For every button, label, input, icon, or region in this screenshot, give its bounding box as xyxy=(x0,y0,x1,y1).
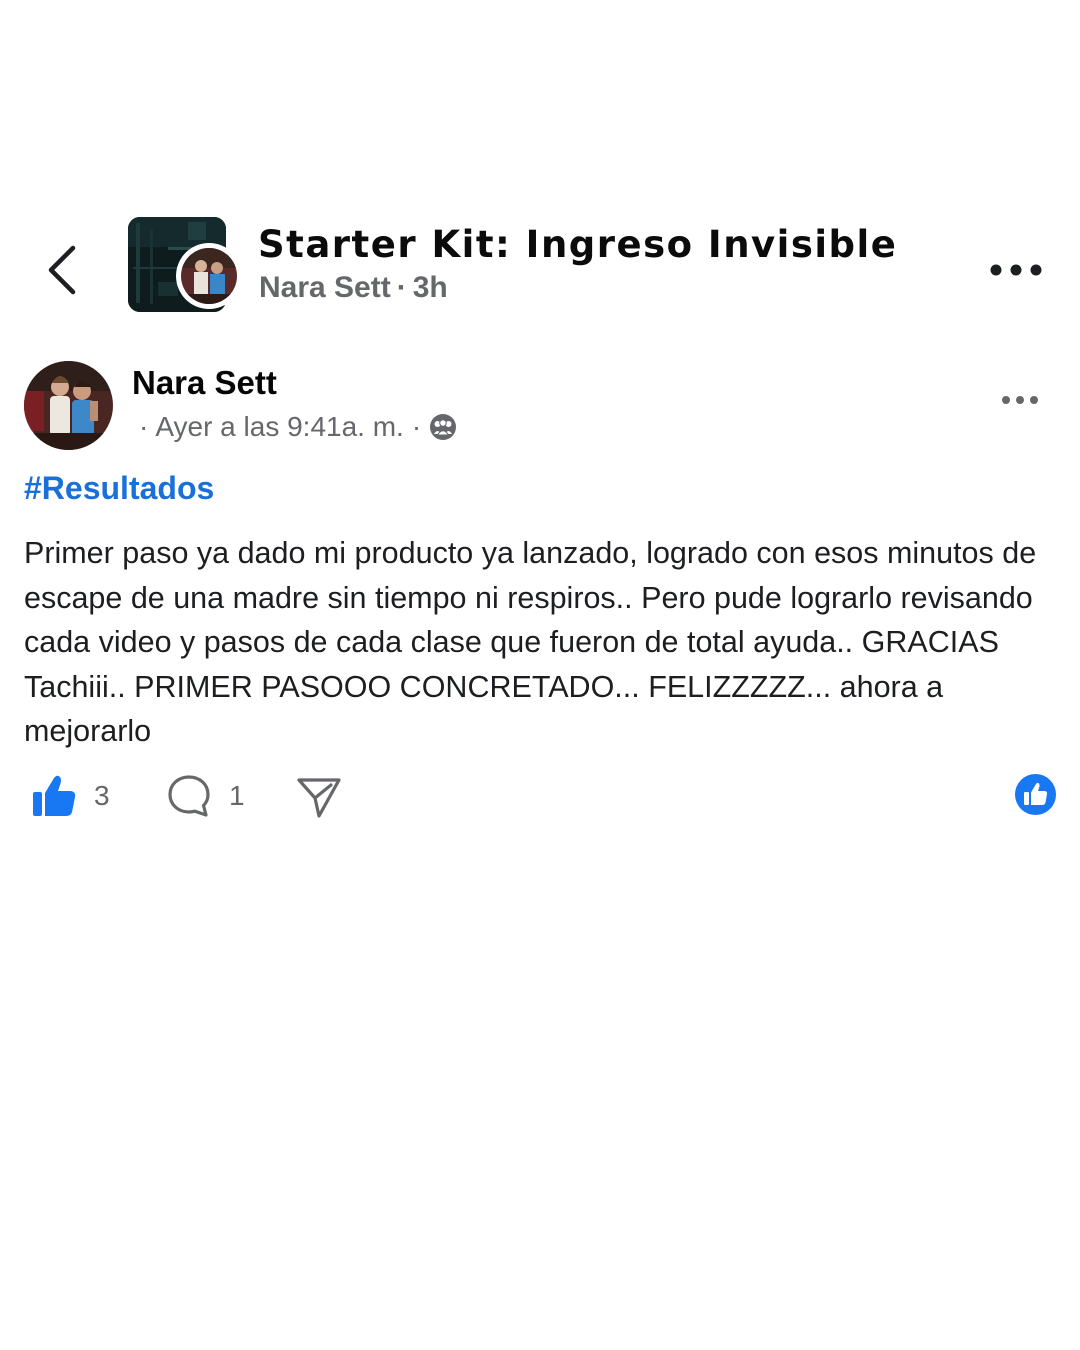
more-horizontal-icon[interactable] xyxy=(984,255,1050,285)
comment-bubble-icon xyxy=(168,775,210,817)
meta-separator: · xyxy=(411,411,422,442)
comment-count: 1 xyxy=(229,780,245,811)
header-separator: · xyxy=(396,271,407,304)
author-avatar-small[interactable] xyxy=(176,243,242,309)
header-subtitle: Nara Sett · 3h xyxy=(259,271,448,305)
share-send-icon xyxy=(297,778,341,818)
meta-separator: · xyxy=(139,411,149,442)
header-author[interactable]: Nara Sett xyxy=(259,271,391,304)
header-time: 3h xyxy=(412,271,448,304)
author-name[interactable]: Nara Sett xyxy=(132,364,277,402)
members-icon xyxy=(430,414,457,440)
share-button[interactable] xyxy=(295,770,343,822)
comment-button[interactable]: 1 xyxy=(165,770,245,822)
chevron-left-icon[interactable] xyxy=(38,240,88,300)
like-reaction-icon[interactable] xyxy=(1014,773,1057,816)
thumbs-up-icon xyxy=(33,775,76,816)
like-button[interactable]: 3 xyxy=(30,770,110,822)
post-meta: · Ayer a las 9:41a. m. · xyxy=(139,411,457,443)
group-title[interactable]: Starter Kit: Ingreso Invisible xyxy=(258,223,897,266)
like-count: 3 xyxy=(94,780,110,811)
hashtag-link[interactable]: #Resultados xyxy=(24,470,214,507)
author-avatar[interactable] xyxy=(24,361,113,450)
post-timestamp[interactable]: Ayer a las 9:41a. m. xyxy=(155,411,404,443)
group-header: Starter Kit: Ingreso Invisible Nara Sett… xyxy=(0,205,1080,335)
post-body: Primer paso ya dado mi producto ya lanza… xyxy=(24,536,1037,748)
post-more-icon[interactable] xyxy=(998,388,1042,412)
